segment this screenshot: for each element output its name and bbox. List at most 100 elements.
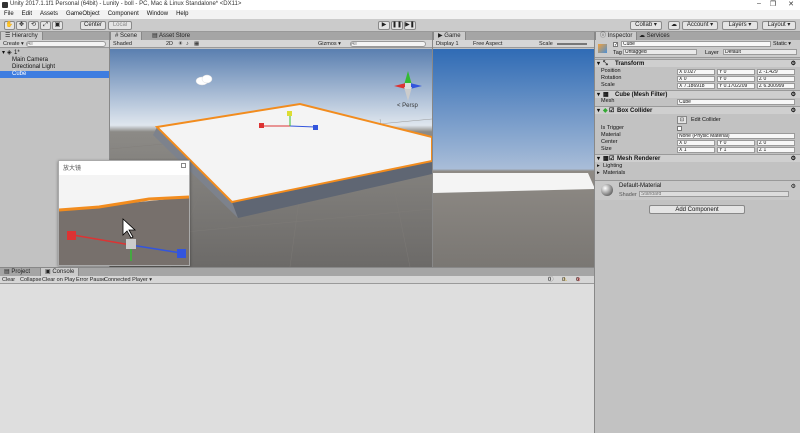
tab-inspector[interactable]: ⓘ Inspector	[595, 32, 638, 40]
rect-tool-button[interactable]: ▣	[52, 21, 63, 30]
display-dropdown[interactable]: Display 1	[436, 40, 459, 48]
create-dropdown[interactable]: Create ▾	[3, 40, 24, 48]
tab-asset-store[interactable]: ▤ Asset Store	[148, 32, 194, 40]
rotation-z-field[interactable]: Z 0	[757, 75, 795, 82]
scene-root-row[interactable]: ▾ ◈ 1*	[0, 50, 109, 57]
position-x-field[interactable]: X 0.027	[677, 68, 715, 75]
foldout-icon[interactable]: ▾	[597, 107, 600, 115]
play-button[interactable]: ▶	[378, 21, 390, 30]
scene-search-input[interactable]	[350, 41, 426, 47]
component-settings-icon[interactable]: ⚙	[791, 155, 796, 163]
size-y-field[interactable]: Y 1	[717, 146, 755, 153]
scene-effects-toggle[interactable]: ▦	[194, 40, 199, 48]
foldout-right-icon[interactable]: ▸	[597, 163, 600, 170]
material-settings-icon[interactable]: ⚙	[791, 183, 796, 190]
shader-dropdown[interactable]: Standard	[639, 191, 789, 197]
collider-enabled-checkbox[interactable]: ☑	[609, 107, 614, 115]
console-button-4[interactable]: Connected Player ▾	[104, 276, 152, 284]
rotate-tool-button[interactable]: ⟲	[28, 21, 39, 30]
pause-button[interactable]: ❚❚	[391, 21, 403, 30]
transform-header[interactable]: ▾ ⤡ Transform ⚙	[595, 59, 800, 67]
game-viewport[interactable]	[433, 49, 595, 267]
pivot-center-button[interactable]: Center	[80, 21, 106, 30]
size-x-field[interactable]: X 1	[677, 146, 715, 153]
tab-scene[interactable]: # Scene	[110, 32, 143, 40]
tab-console[interactable]: ▣ Console	[40, 268, 80, 276]
console-button-3[interactable]: Error Pause	[76, 276, 105, 284]
component-settings-icon[interactable]: ⚙	[791, 60, 796, 68]
edit-collider-button[interactable]: ⊡	[677, 116, 687, 124]
expand-arrow-icon[interactable]: ▾	[2, 50, 5, 57]
step-button[interactable]: ▶❚	[404, 21, 416, 30]
scale-slider-icon[interactable]	[557, 43, 587, 45]
pivot-local-button[interactable]: Local	[108, 21, 132, 30]
hierarchy-item[interactable]: Main Camera	[0, 57, 109, 64]
gizmos-dropdown[interactable]: Gizmos ▾	[318, 40, 341, 48]
menu-item-assets[interactable]: Assets	[36, 10, 62, 17]
mesh-field[interactable]: Cube	[677, 98, 795, 105]
hierarchy-search-input[interactable]	[26, 41, 106, 47]
menu-item-edit[interactable]: Edit	[18, 10, 36, 17]
physic-material-field[interactable]: None (Physic Material)	[677, 132, 795, 139]
tab-game[interactable]: ▶ Game	[433, 32, 466, 40]
hierarchy-item[interactable]: Cube	[0, 71, 109, 78]
move-tool-button[interactable]: ✥	[16, 21, 27, 30]
scale-y-field[interactable]: Y 0.1702209	[717, 82, 755, 89]
tag-dropdown[interactable]: Untagged	[623, 49, 697, 55]
scale-slider-label[interactable]: Scale	[539, 40, 553, 48]
menu-item-file[interactable]: File	[0, 10, 18, 17]
component-settings-icon[interactable]: ⚙	[791, 107, 796, 115]
add-component-button[interactable]: Add Component	[649, 205, 745, 214]
object-name-field[interactable]: Cube	[621, 41, 771, 47]
mesh-renderer-header[interactable]: ▾ ▦ ☑ Mesh Renderer ⚙	[595, 154, 800, 162]
foldout-icon[interactable]: ▾	[597, 155, 600, 163]
size-z-field[interactable]: Z 1	[757, 146, 795, 153]
layers-dropdown[interactable]: Layers ▾	[722, 21, 758, 30]
console-button-2[interactable]: Clear on Play	[42, 276, 75, 284]
center-z-field[interactable]: Z 0	[757, 139, 795, 146]
mode-2d-toggle[interactable]: 2D	[166, 40, 173, 48]
rotation-x-field[interactable]: X 0	[677, 75, 715, 82]
collab-dropdown[interactable]: Collab ▾	[630, 21, 662, 30]
menu-item-component[interactable]: Component	[104, 10, 143, 17]
scale-tool-button[interactable]: ⤢	[40, 21, 51, 30]
materials-foldout[interactable]: ▸ Materials	[595, 170, 800, 177]
layer-dropdown[interactable]: Default	[723, 49, 797, 55]
hierarchy-item[interactable]: Directional Light	[0, 64, 109, 71]
magnifier-window[interactable]: 放大镜	[58, 160, 190, 266]
position-z-field[interactable]: Z -1.429	[757, 68, 795, 75]
mesh-filter-header[interactable]: ▾ ▦ Cube (Mesh Filter) ⚙	[595, 90, 800, 98]
menu-item-gameobject[interactable]: GameObject	[62, 10, 104, 17]
shading-mode-dropdown[interactable]: Shaded	[113, 40, 132, 48]
maximize-button[interactable]: ❐	[766, 0, 780, 8]
magnifier-close-icon[interactable]	[181, 163, 186, 168]
lighting-foldout[interactable]: ▸ Lighting	[595, 163, 800, 170]
foldout-icon[interactable]: ▾	[597, 60, 600, 68]
scale-z-field[interactable]: Z 6.300999	[757, 82, 795, 89]
rotation-y-field[interactable]: Y 0	[717, 75, 755, 82]
scene-audio-toggle[interactable]: ♪	[186, 40, 189, 48]
center-x-field[interactable]: X 0	[677, 139, 715, 146]
menu-item-help[interactable]: Help	[172, 10, 192, 17]
console-button-0[interactable]: Clear	[2, 276, 15, 284]
account-dropdown[interactable]: Account ▾	[682, 21, 718, 30]
static-toggle[interactable]: Static ▾	[773, 41, 791, 47]
cloud-icon[interactable]: ☁	[668, 21, 680, 30]
menu-item-window[interactable]: Window	[143, 10, 172, 17]
minimize-button[interactable]: –	[752, 0, 766, 7]
is-trigger-checkbox[interactable]	[677, 126, 682, 131]
close-button[interactable]: ✕	[784, 0, 798, 8]
hand-tool-button[interactable]: ✋	[4, 21, 15, 30]
aspect-dropdown[interactable]: Free Aspect	[473, 40, 502, 48]
tab-services[interactable]: ☁ Services	[635, 32, 674, 40]
layout-dropdown[interactable]: Layout ▾	[762, 21, 796, 30]
position-y-field[interactable]: Y 0	[717, 68, 755, 75]
tab-project[interactable]: ▤ Project	[0, 268, 34, 276]
scale-x-field[interactable]: X 7.186918	[677, 82, 715, 89]
box-collider-header[interactable]: ▾ ◆ ☑ Box Collider ⚙	[595, 106, 800, 114]
tab-hierarchy[interactable]: ☰ Hierarchy	[0, 32, 43, 40]
foldout-right-icon[interactable]: ▸	[597, 170, 600, 177]
scene-lighting-toggle[interactable]: ☀	[178, 40, 183, 48]
console-button-1[interactable]: Collapse	[20, 276, 41, 284]
object-active-checkbox[interactable]: ✓	[613, 42, 618, 48]
